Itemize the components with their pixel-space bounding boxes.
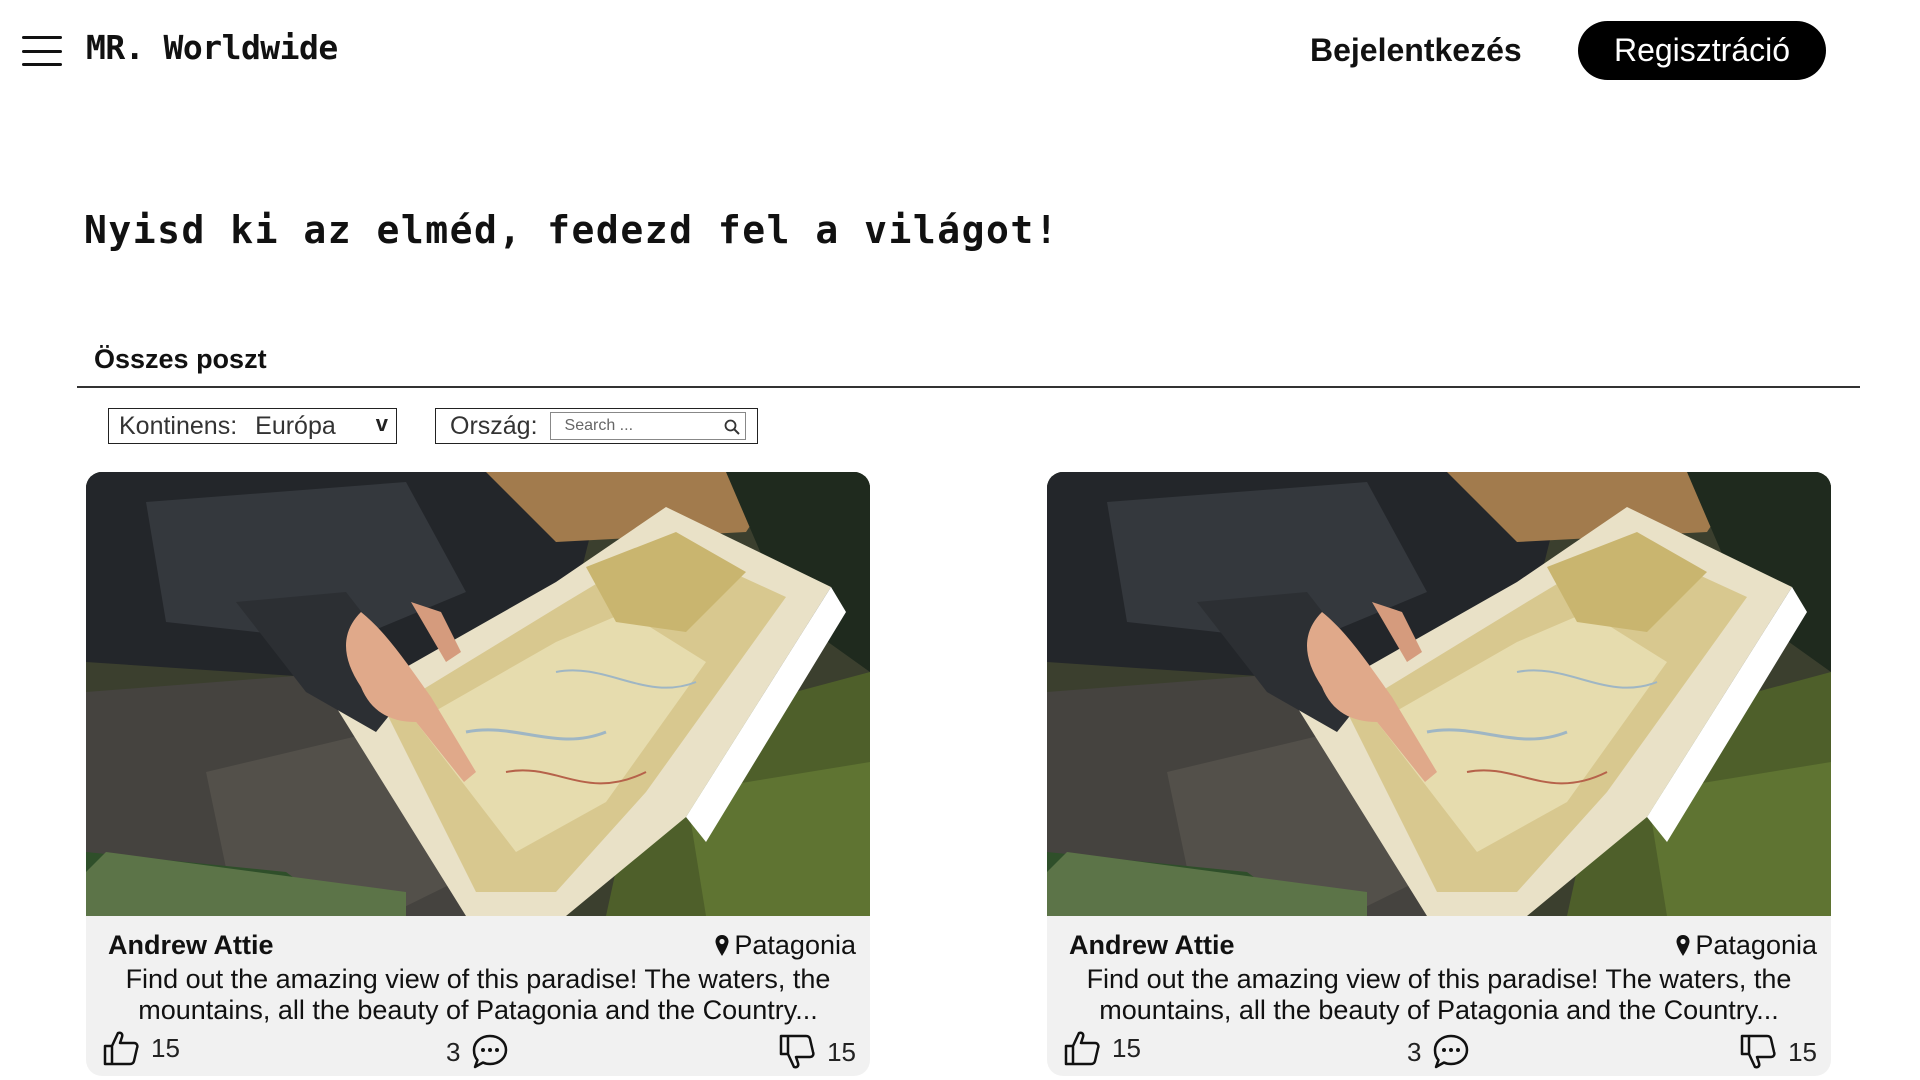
dislike-action[interactable]: 15: [1738, 1032, 1817, 1072]
hero-title: Nyisd ki az elméd, fedezd fel a világot!: [84, 208, 1060, 252]
comment-bubble-icon[interactable]: [470, 1032, 510, 1072]
section-title: Összes poszt: [94, 344, 267, 374]
site-logo[interactable]: MR. Worldwide: [86, 28, 338, 67]
continent-value: Európa: [255, 411, 336, 440]
location-pin-icon: [1676, 934, 1690, 956]
continent-dropdown[interactable]: Kontinens: Európa v: [108, 408, 397, 444]
country-filter: Ország:: [435, 408, 758, 444]
post-author[interactable]: Andrew Attie: [108, 930, 274, 961]
like-action[interactable]: 15: [1062, 1028, 1141, 1068]
country-search-box: [549, 412, 746, 440]
comment-action[interactable]: 3: [446, 1032, 510, 1072]
comment-action[interactable]: 3: [1407, 1032, 1471, 1072]
like-count: 15: [151, 1032, 180, 1063]
post-image[interactable]: [1047, 472, 1831, 916]
thumbs-up-icon[interactable]: [1062, 1028, 1102, 1068]
continent-label: Kontinens:: [119, 411, 238, 440]
post-location: Patagonia: [714, 930, 856, 961]
post-image[interactable]: [86, 472, 870, 916]
dislike-action[interactable]: 15: [777, 1032, 856, 1072]
section-divider: [77, 386, 1860, 388]
post-author[interactable]: Andrew Attie: [1069, 930, 1235, 961]
like-action[interactable]: 15: [101, 1028, 180, 1068]
post-card[interactable]: Andrew Attie Patagonia Find out the amaz…: [86, 472, 870, 1076]
post-location-label: Patagonia: [734, 930, 856, 960]
like-count: 15: [1112, 1032, 1141, 1063]
post-excerpt: Find out the amazing view of this paradi…: [1086, 964, 1792, 1025]
post-excerpt: Find out the amazing view of this paradi…: [125, 964, 831, 1025]
thumbs-down-icon[interactable]: [777, 1032, 817, 1072]
post-location: Patagonia: [1675, 930, 1817, 961]
dislike-count: 15: [1788, 1036, 1817, 1067]
login-button[interactable]: Bejelentkezés: [1310, 28, 1522, 72]
post-location-label: Patagonia: [1695, 930, 1817, 960]
hamburger-menu-icon[interactable]: [22, 36, 62, 66]
page: MR. Worldwide Bejelentkezés Regisztráció…: [0, 0, 1920, 1080]
thumbs-up-icon[interactable]: [101, 1028, 141, 1068]
location-pin-icon: [715, 934, 729, 956]
dislike-count: 15: [827, 1036, 856, 1067]
country-label: Ország:: [450, 411, 538, 440]
thumbs-down-icon[interactable]: [1738, 1032, 1778, 1072]
post-card[interactable]: Andrew Attie Patagonia Find out the amaz…: [1047, 472, 1831, 1076]
comment-bubble-icon[interactable]: [1431, 1032, 1471, 1072]
comment-count: 3: [446, 1036, 461, 1067]
chevron-down-icon: v: [375, 411, 388, 436]
comment-count: 3: [1407, 1036, 1422, 1067]
register-button[interactable]: Regisztráció: [1578, 21, 1826, 80]
search-icon[interactable]: [723, 418, 741, 436]
country-search-input[interactable]: [550, 414, 721, 438]
